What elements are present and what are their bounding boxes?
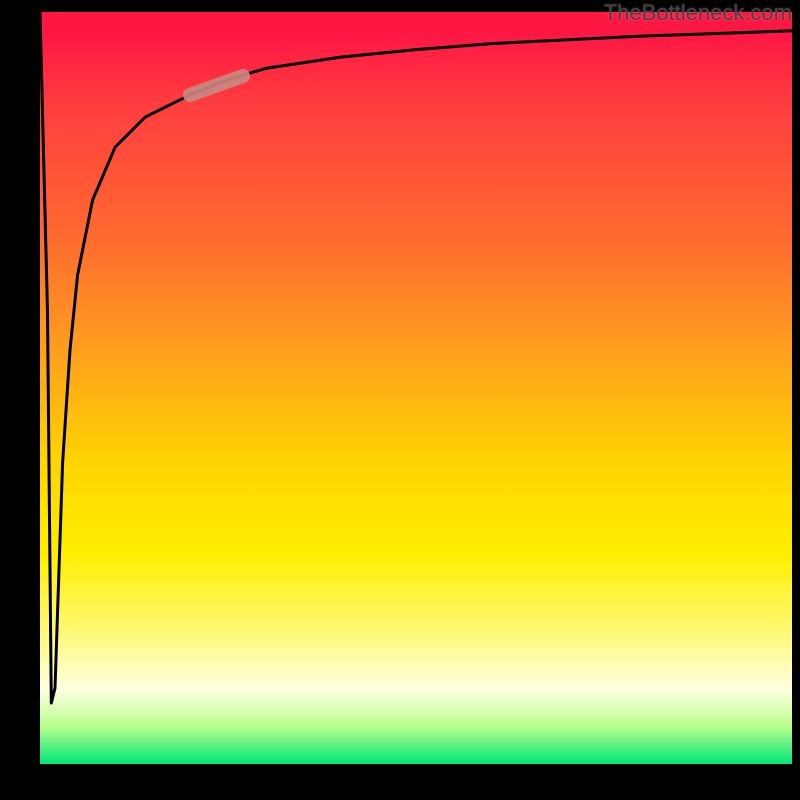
- curve-svg: [40, 12, 792, 764]
- plot-area: [40, 12, 792, 764]
- chart-container: TheBottleneck.com: [0, 0, 800, 800]
- highlight-segment: [190, 76, 243, 95]
- bottleneck-curve: [40, 12, 792, 703]
- attribution-text: TheBottleneck.com: [604, 0, 792, 26]
